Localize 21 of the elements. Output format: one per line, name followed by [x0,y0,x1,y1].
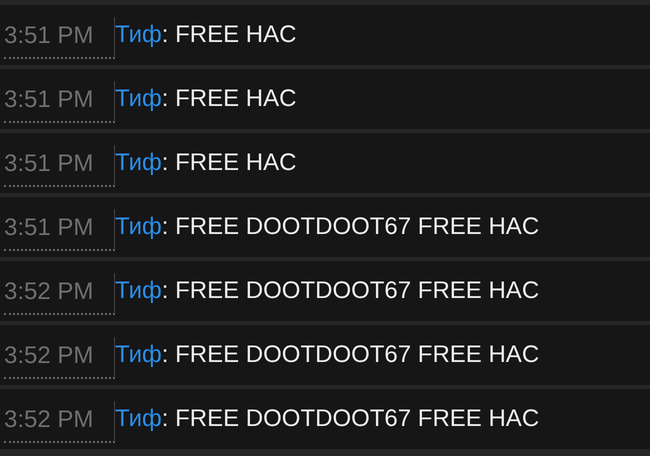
message-time: 3:51 PM [4,209,115,251]
username[interactable]: Тиф [115,277,162,305]
message-text: : FREE DOOTDOOT67 FREE HAC [162,341,540,369]
message-text: : FREE HAC [162,149,296,177]
message-text: : FREE DOOTDOOT67 FREE HAC [162,405,540,433]
username[interactable]: Тиф [115,341,162,369]
message-text: : FREE HAC [162,21,296,49]
message-time: 3:52 PM [4,337,115,379]
message-text: : FREE HAC [162,85,296,113]
message-time: 3:51 PM [4,81,115,123]
username[interactable]: Тиф [115,85,162,113]
message-time: 3:52 PM [4,401,115,443]
message-time: 3:52 PM [4,273,115,315]
username[interactable]: Тиф [115,405,162,433]
message-time: 3:51 PM [4,145,115,187]
username[interactable]: Тиф [115,21,162,49]
username[interactable]: Тиф [115,213,162,241]
username[interactable]: Тиф [115,149,162,177]
message-time: 3:51 PM [4,17,115,59]
message-text: : FREE DOOTDOOT67 FREE HAC [162,277,540,305]
message-text: : FREE DOOTDOOT67 FREE HAC [162,213,540,241]
